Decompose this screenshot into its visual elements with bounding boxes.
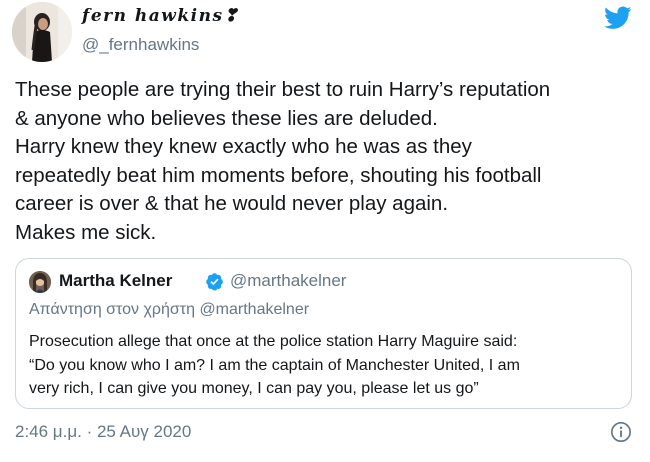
author-avatar[interactable] [12, 2, 72, 62]
quoted-text-line: Prosecution allege that once at the poli… [29, 333, 518, 350]
author-display-name[interactable]: fern hawkins❣ [82, 6, 239, 26]
quoted-text-line: very rich, I can give you money, I can p… [29, 380, 479, 397]
quoted-avatar-image [29, 271, 51, 293]
quoted-tweet-text: Prosecution allege that once at the poli… [29, 330, 624, 401]
tweet-text-line: Makes me sick. [15, 220, 157, 244]
reply-prefix: Απάντηση στον χρήστη [29, 301, 195, 318]
tweet-text-line: These people are trying their best to ru… [15, 78, 551, 101]
tweet-text-line: repeatedly beat him moments before, shou… [15, 163, 542, 187]
info-icon[interactable] [610, 421, 632, 443]
tweet-text-line: & anyone who believes these lies are del… [15, 106, 438, 130]
reply-mention-link[interactable]: @marthakelner [199, 301, 309, 318]
quoted-text-line: “Do you know who I am? I am the captain … [29, 356, 520, 374]
twitter-bird-icon[interactable] [604, 6, 632, 30]
reply-context: Απάντηση στον χρήστη @marthakelner [29, 301, 309, 319]
quoted-tweet[interactable]: Martha Kelner @marthakelner Απάντηση στο… [15, 258, 632, 409]
quoted-author-handle[interactable]: @marthakelner [230, 271, 346, 291]
avatar-image [12, 2, 72, 62]
tweet-card: fern hawkins❣ @_fernhawkins These people… [0, 0, 650, 462]
quoted-author-name[interactable]: Martha Kelner [59, 271, 172, 291]
tweet-timestamp[interactable]: 2:46 μ.μ. · 25 Αυγ 2020 [15, 422, 191, 442]
tweet-text-line: Harry knew they knew exactly who he was … [15, 135, 472, 158]
verified-badge-icon [206, 273, 223, 291]
tweet-text: These people are trying their best to ru… [15, 76, 640, 247]
tweet-text-line: career is over & that he would never pla… [15, 192, 449, 215]
quoted-author-avatar[interactable] [29, 271, 51, 293]
author-handle[interactable]: @_fernhawkins [82, 35, 199, 55]
